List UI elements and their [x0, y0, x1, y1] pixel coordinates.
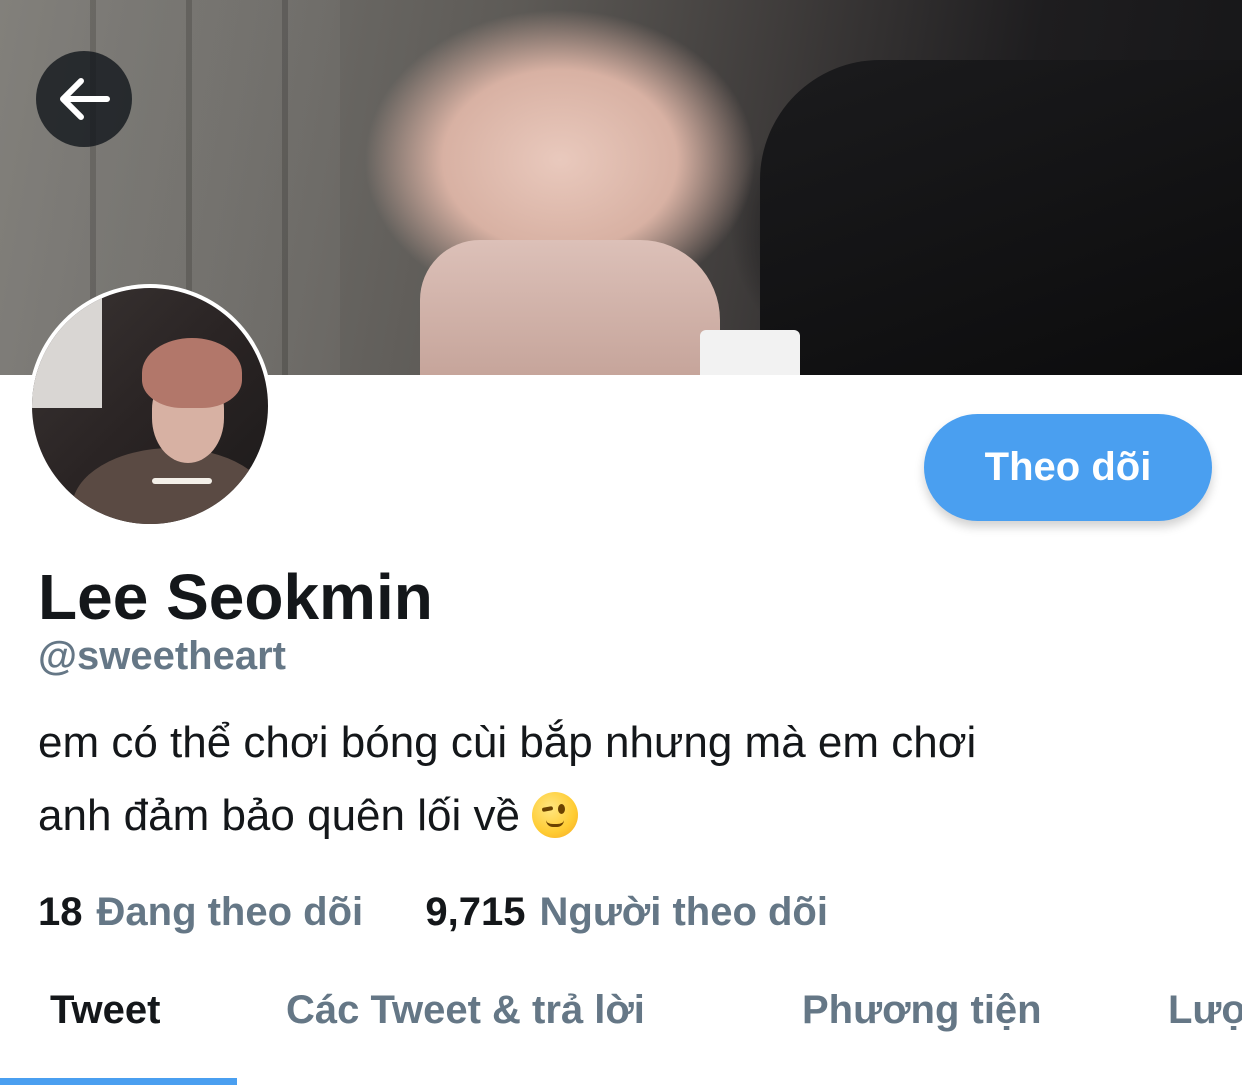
- following-link[interactable]: 18 Đang theo dõi: [38, 890, 374, 934]
- bio-line-2-text: anh đảm bảo quên lối về: [38, 791, 520, 840]
- active-tab-indicator: [0, 1078, 237, 1085]
- avatar-body: [72, 448, 268, 524]
- avatar-background-light: [32, 288, 102, 408]
- bio-line-2: anh đảm bảo quên lối về: [38, 779, 1198, 852]
- tab-media[interactable]: Phương tiện: [802, 988, 1042, 1033]
- profile-tabs: Tweet Các Tweet & trả lời Phương tiện Lư…: [0, 960, 1242, 1089]
- winking-face-emoji-icon: [532, 792, 579, 838]
- avatar-photo: [32, 288, 268, 524]
- tab-likes[interactable]: Lượt thích: [1168, 988, 1242, 1033]
- back-button[interactable]: [36, 51, 132, 147]
- tab-tweets[interactable]: Tweet: [50, 988, 160, 1033]
- follow-stats: 18 Đang theo dõi 9,715 Người theo dõi: [38, 890, 828, 935]
- followers-link[interactable]: 9,715 Người theo dõi: [425, 890, 828, 934]
- avatar-hair: [142, 338, 242, 408]
- followers-count: 9,715: [425, 890, 526, 934]
- following-label: Đang theo dõi: [96, 890, 364, 934]
- bio-line-1: em có thể chơi bóng cùi bắp nhưng mà em …: [38, 718, 977, 767]
- user-handle: @sweetheart: [38, 634, 286, 678]
- display-name: Lee Seokmin: [38, 561, 433, 633]
- arrow-left-icon: [60, 78, 110, 120]
- avatar-necklace: [152, 478, 212, 484]
- banner-collar: [700, 330, 800, 375]
- follow-button[interactable]: Theo dõi: [924, 414, 1212, 521]
- followers-label: Người theo dõi: [539, 890, 828, 934]
- tab-tweets-and-replies[interactable]: Các Tweet & trả lời: [286, 988, 645, 1033]
- profile-avatar[interactable]: [28, 284, 272, 528]
- following-count: 18: [38, 890, 83, 934]
- profile-bio: em có thể chơi bóng cùi bắp nhưng mà em …: [38, 706, 1198, 852]
- banner-jacket: [760, 60, 1242, 375]
- banner-hands: [420, 240, 720, 375]
